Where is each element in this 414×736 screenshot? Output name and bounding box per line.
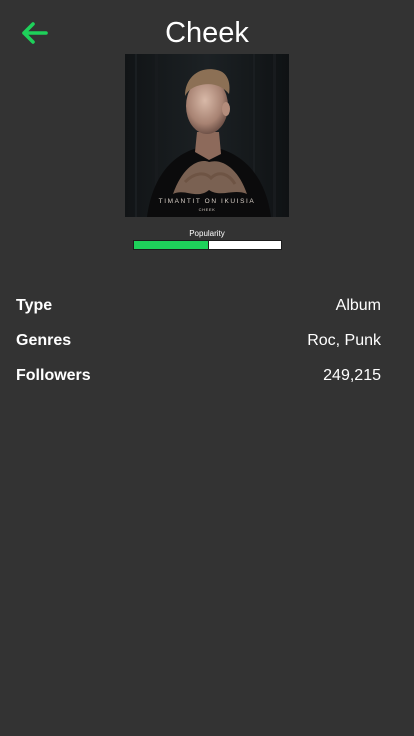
detail-label: Genres	[16, 331, 72, 349]
detail-value: 249,215	[323, 366, 381, 384]
detail-value: Album	[335, 296, 381, 314]
popularity-bar	[133, 240, 282, 250]
popularity-bar-fill	[134, 241, 209, 249]
detail-row-genres: Genres Roc, Punk	[16, 323, 381, 358]
popularity-label: Popularity	[189, 229, 225, 238]
detail-label: Type	[16, 296, 53, 314]
album-cover-image: TIMANTIT ON IKUISIA CHEEK	[125, 54, 289, 217]
page-title: Cheek	[165, 17, 249, 49]
detail-row-followers: Followers 249,215	[16, 358, 381, 393]
detail-row-type: Type Album	[16, 288, 381, 323]
cover-title-text: TIMANTIT ON IKUISIA	[159, 198, 256, 205]
detail-label: Followers	[16, 366, 91, 384]
detail-value: Roc, Punk	[307, 331, 381, 349]
cover-artist-text: CHEEK	[199, 207, 216, 212]
details-list: Type Album Genres Roc, Punk Followers 24…	[16, 288, 381, 393]
